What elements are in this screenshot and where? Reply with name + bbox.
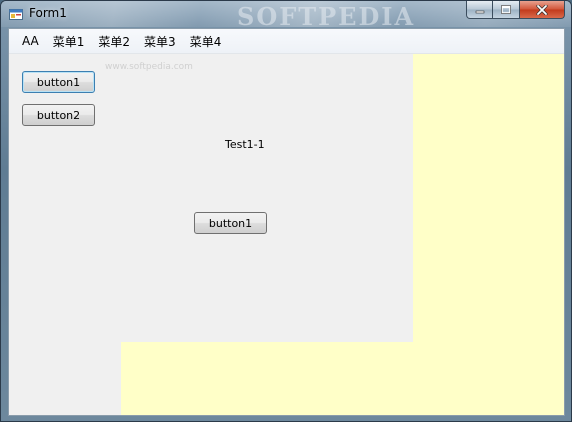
yellow-panel-right bbox=[413, 54, 564, 415]
menu-item-1[interactable]: 菜单1 bbox=[46, 31, 92, 52]
button1[interactable]: button1 bbox=[22, 71, 95, 93]
form-icon bbox=[9, 9, 23, 20]
close-button[interactable] bbox=[520, 1, 565, 19]
softpedia-url-watermark: www.softpedia.com bbox=[105, 62, 193, 72]
menu-bar: AA 菜单1 菜单2 菜单3 菜单4 bbox=[9, 29, 564, 54]
yellow-panel-bottom bbox=[121, 342, 413, 415]
center-button1[interactable]: button1 bbox=[194, 212, 267, 234]
menu-item-aa[interactable]: AA bbox=[15, 32, 46, 50]
maximize-icon bbox=[501, 5, 511, 14]
caption-buttons bbox=[466, 1, 565, 19]
window-title: Form1 bbox=[29, 6, 67, 20]
close-icon bbox=[536, 4, 548, 15]
app-window: Form1 SOFTPEDIA AA 菜单1 菜单2 菜单3 菜单4 www.s… bbox=[0, 0, 572, 422]
minimize-button[interactable] bbox=[466, 1, 493, 19]
maximize-button[interactable] bbox=[493, 1, 520, 19]
form-client-area: AA 菜单1 菜单2 菜单3 菜单4 www.softpedia.com but… bbox=[8, 28, 565, 416]
title-bar[interactable]: Form1 SOFTPEDIA bbox=[1, 1, 571, 31]
menu-item-3[interactable]: 菜单3 bbox=[137, 31, 183, 52]
minimize-icon bbox=[475, 10, 484, 13]
button2[interactable]: button2 bbox=[22, 104, 95, 126]
softpedia-watermark: SOFTPEDIA bbox=[237, 2, 416, 31]
menu-item-4[interactable]: 菜单4 bbox=[183, 31, 229, 52]
test-label: Test1-1 bbox=[225, 138, 265, 151]
menu-item-2[interactable]: 菜单2 bbox=[91, 31, 137, 52]
